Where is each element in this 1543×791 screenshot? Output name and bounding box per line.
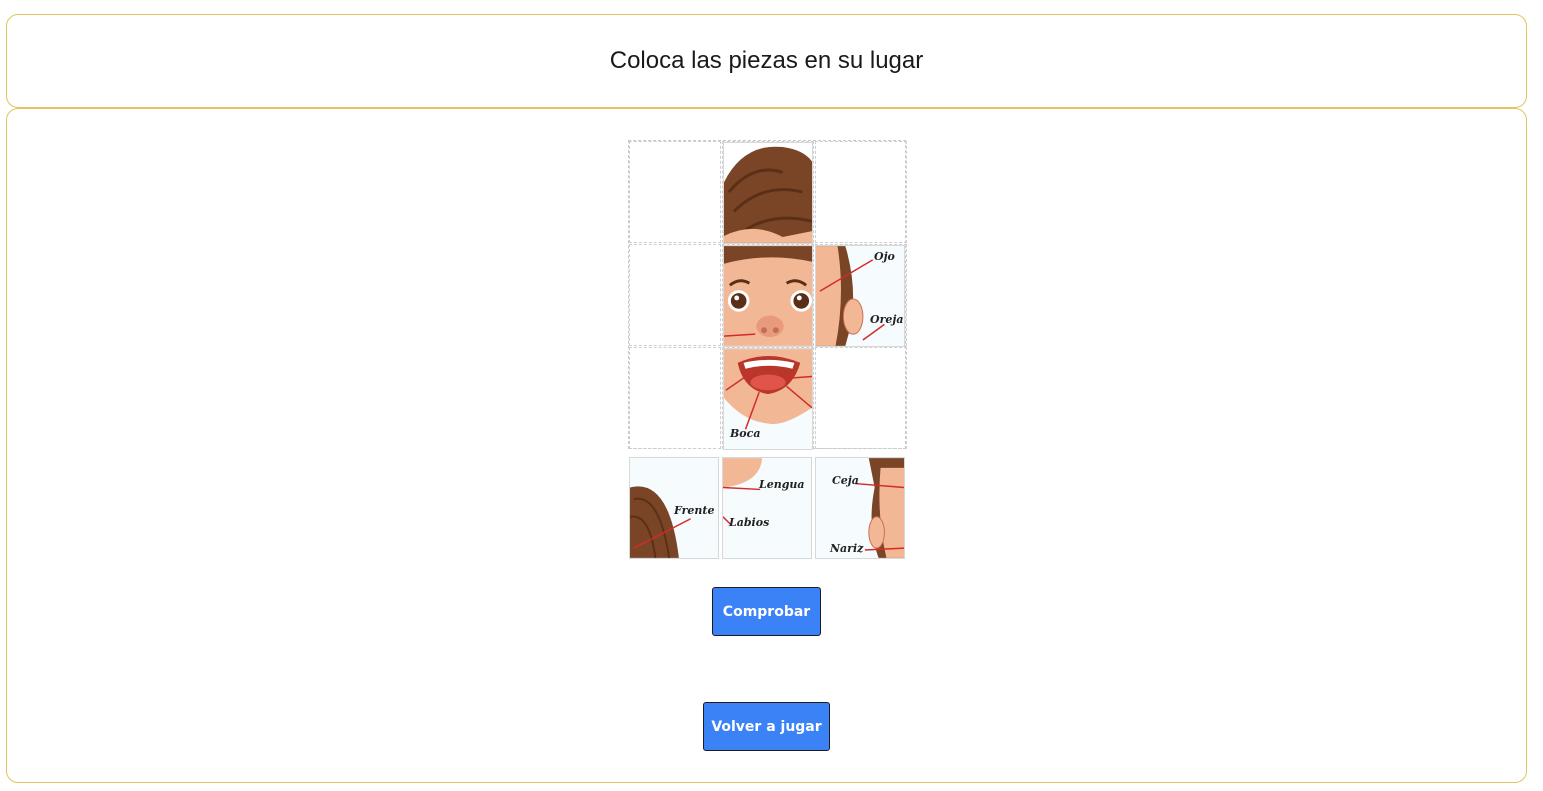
lips-image	[723, 458, 811, 558]
label-labios: Labios	[729, 516, 770, 529]
drop-slot[interactable]	[629, 244, 721, 346]
page-title: Coloca las piezas en su lugar	[609, 47, 924, 74]
puzzle-piece-hair-top[interactable]	[723, 142, 813, 244]
label-boca: Boca	[730, 427, 761, 440]
label-frente: Frente	[674, 504, 715, 517]
hair-image	[724, 143, 812, 243]
puzzle-piece-brow-right[interactable]: Ceja Nariz	[815, 457, 905, 559]
puzzle-piece-forehead-left[interactable]: Frente	[629, 457, 719, 559]
label-nariz: Nariz	[830, 542, 864, 555]
drop-slot[interactable]	[815, 347, 907, 449]
puzzle-piece-lips[interactable]: Lengua Labios	[722, 457, 812, 559]
label-oreja: Oreja	[870, 313, 904, 326]
label-ojo: Ojo	[874, 250, 895, 263]
check-button[interactable]: Comprobar	[712, 587, 821, 636]
face-image	[724, 246, 812, 346]
puzzle-piece-mouth[interactable]: Boca	[723, 348, 813, 450]
puzzle-piece-ear-right[interactable]: Ojo Oreja	[815, 245, 905, 347]
puzzle-piece-face-center[interactable]	[723, 245, 813, 347]
label-lengua: Lengua	[759, 478, 805, 491]
replay-button[interactable]: Volver a jugar	[703, 702, 830, 751]
header-panel: Coloca las piezas en su lugar	[6, 14, 1527, 108]
drop-slot[interactable]	[629, 141, 721, 243]
label-ceja: Ceja	[832, 474, 859, 487]
drop-slot[interactable]	[815, 141, 907, 243]
drop-slot[interactable]	[629, 347, 721, 449]
